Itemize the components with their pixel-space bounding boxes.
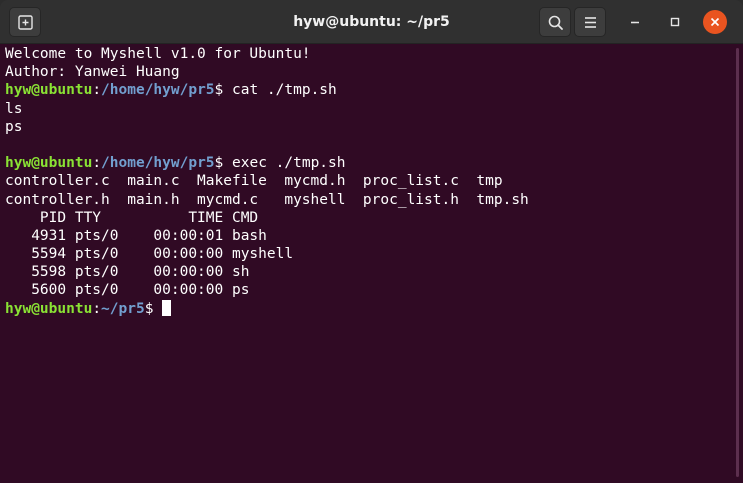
prompt-path: /home/hyw/pr5 (101, 82, 215, 99)
close-button[interactable] (703, 10, 727, 34)
terminal-line: Welcome to Myshell v1.0 for Ubuntu! (5, 46, 311, 62)
prompt-path: /home/hyw/pr5 (101, 155, 215, 172)
prompt-line: hyw@ubuntu:~/pr5$ (5, 299, 731, 318)
window-title: hyw@ubuntu: ~/pr5 (293, 14, 450, 30)
new-tab-button[interactable] (9, 7, 41, 37)
terminal-output[interactable]: Welcome to Myshell v1.0 for Ubuntu! Auth… (0, 44, 731, 483)
command-text: exec ./tmp.sh (223, 155, 346, 172)
maximize-button[interactable] (663, 10, 687, 34)
prompt-user: hyw@ubuntu (5, 155, 93, 172)
terminal-line: 5600 pts/0 00:00:00 ps (5, 282, 250, 299)
command-text: cat ./tmp.sh (223, 82, 337, 99)
new-tab-icon (18, 15, 33, 30)
prompt-user: hyw@ubuntu (5, 300, 93, 317)
search-icon (548, 15, 563, 30)
terminal-window: hyw@ubuntu: ~/pr5 Welcome to Myshell v1.… (0, 0, 743, 483)
minimize-icon (631, 21, 639, 24)
maximize-icon (670, 17, 680, 27)
close-icon (710, 17, 720, 27)
hamburger-menu-icon (585, 17, 596, 28)
search-button[interactable] (539, 7, 571, 37)
terminal-line: PID TTY TIME CMD (5, 209, 259, 226)
prompt-user: hyw@ubuntu (5, 82, 93, 99)
scrollbar-thumb[interactable] (736, 48, 739, 477)
terminal-line: ps (5, 118, 23, 135)
prompt-path: ~/pr5 (101, 300, 145, 317)
terminal-line: ls (5, 100, 23, 117)
terminal-line: Author: Yanwei Huang (5, 64, 180, 81)
prompt-line: hyw@ubuntu:/home/hyw/pr5$ exec ./tmp.sh (5, 155, 346, 172)
terminal-line: 5594 pts/0 00:00:00 myshell (5, 246, 294, 263)
menu-button[interactable] (574, 7, 606, 37)
title-bar[interactable]: hyw@ubuntu: ~/pr5 (0, 0, 743, 44)
terminal-line: controller.c main.c Makefile mycmd.h pro… (5, 173, 503, 190)
terminal-line: controller.h main.h mycmd.c myshell proc… (5, 191, 529, 208)
terminal-line: 4931 pts/0 00:00:01 bash (5, 227, 267, 244)
prompt-line: hyw@ubuntu:/home/hyw/pr5$ cat ./tmp.sh (5, 82, 337, 99)
minimize-button[interactable] (623, 10, 647, 34)
text-cursor (162, 299, 171, 316)
terminal-line: 5598 pts/0 00:00:00 sh (5, 264, 250, 281)
vertical-scrollbar[interactable] (731, 44, 743, 483)
